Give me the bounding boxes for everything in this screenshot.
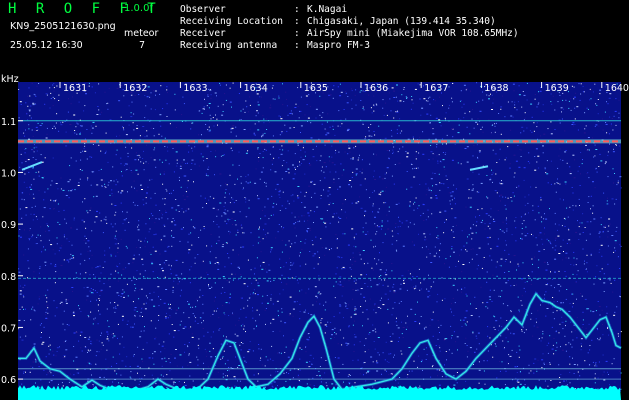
x-tick-label: 1634 xyxy=(244,83,268,94)
mode-value: 7 xyxy=(139,40,146,51)
info-colon: : xyxy=(294,4,300,15)
app-version: 1.0.0f xyxy=(124,3,153,14)
spectrogram-field xyxy=(18,82,621,392)
x-tick-label: 1637 xyxy=(424,83,448,94)
mode-label: meteor xyxy=(124,28,159,39)
info-colon: : xyxy=(294,28,300,39)
file-name: KN9_2505121630.png xyxy=(10,21,116,32)
x-tick-label: 1635 xyxy=(304,83,328,94)
info-label: Receiver xyxy=(180,28,226,39)
x-tick-label: 1632 xyxy=(123,83,147,94)
info-value: AirSpy mini (Miakejima VOR 108.65MHz) xyxy=(307,28,519,39)
info-value: Maspro FM-3 xyxy=(307,40,370,51)
x-tick-label: 1633 xyxy=(183,83,207,94)
info-label: Receiving Location xyxy=(180,16,283,27)
x-tick-label: 1640 xyxy=(605,83,629,94)
info-row-receiver: Receiver : AirSpy mini (Miakejima VOR 10… xyxy=(180,28,519,40)
x-tick-label: 1639 xyxy=(545,83,569,94)
info-row-observer: Observer : K.Nagai xyxy=(180,4,347,16)
spectrogram-svg: 1631 1632 1633 1634 1635 1636 1637 1638 1639 1640… xyxy=(1,82,629,400)
y-tick-label: 0.7 xyxy=(1,323,16,334)
info-label: Receiving antenna xyxy=(180,40,278,51)
info-value: Chigasaki, Japan (139.414 35.340) xyxy=(307,16,496,27)
info-label: Observer xyxy=(180,4,226,15)
y-tick-label: 1.1 xyxy=(1,117,16,128)
info-colon: : xyxy=(294,16,300,27)
info-value: K.Nagai xyxy=(307,4,348,15)
info-row-location: Receiving Location : Chigasaki, Japan (1… xyxy=(180,16,496,28)
info-row-antenna: Receiving antenna : Maspro FM-3 xyxy=(180,40,370,52)
date-time: 25.05.12 16:30 xyxy=(10,40,83,51)
y-tick-label: 0.8 xyxy=(1,272,16,283)
y-tick-label: 1.0 xyxy=(1,168,16,179)
y-axis-unit: kHz xyxy=(1,74,19,85)
x-tick-label: 1631 xyxy=(63,83,87,94)
spectrogram-plot: 1631 1632 1633 1634 1635 1636 1637 1638 1639 1640… xyxy=(0,74,629,400)
x-tick-label: 1636 xyxy=(364,83,388,94)
info-colon: : xyxy=(294,40,300,51)
header: H R O F F T 1.0.0f KN9_2505121630.png me… xyxy=(0,0,629,74)
y-tick-label: 0.9 xyxy=(1,220,16,231)
x-tick-label: 1638 xyxy=(484,83,508,94)
y-tick-label: 0.6 xyxy=(1,375,16,386)
